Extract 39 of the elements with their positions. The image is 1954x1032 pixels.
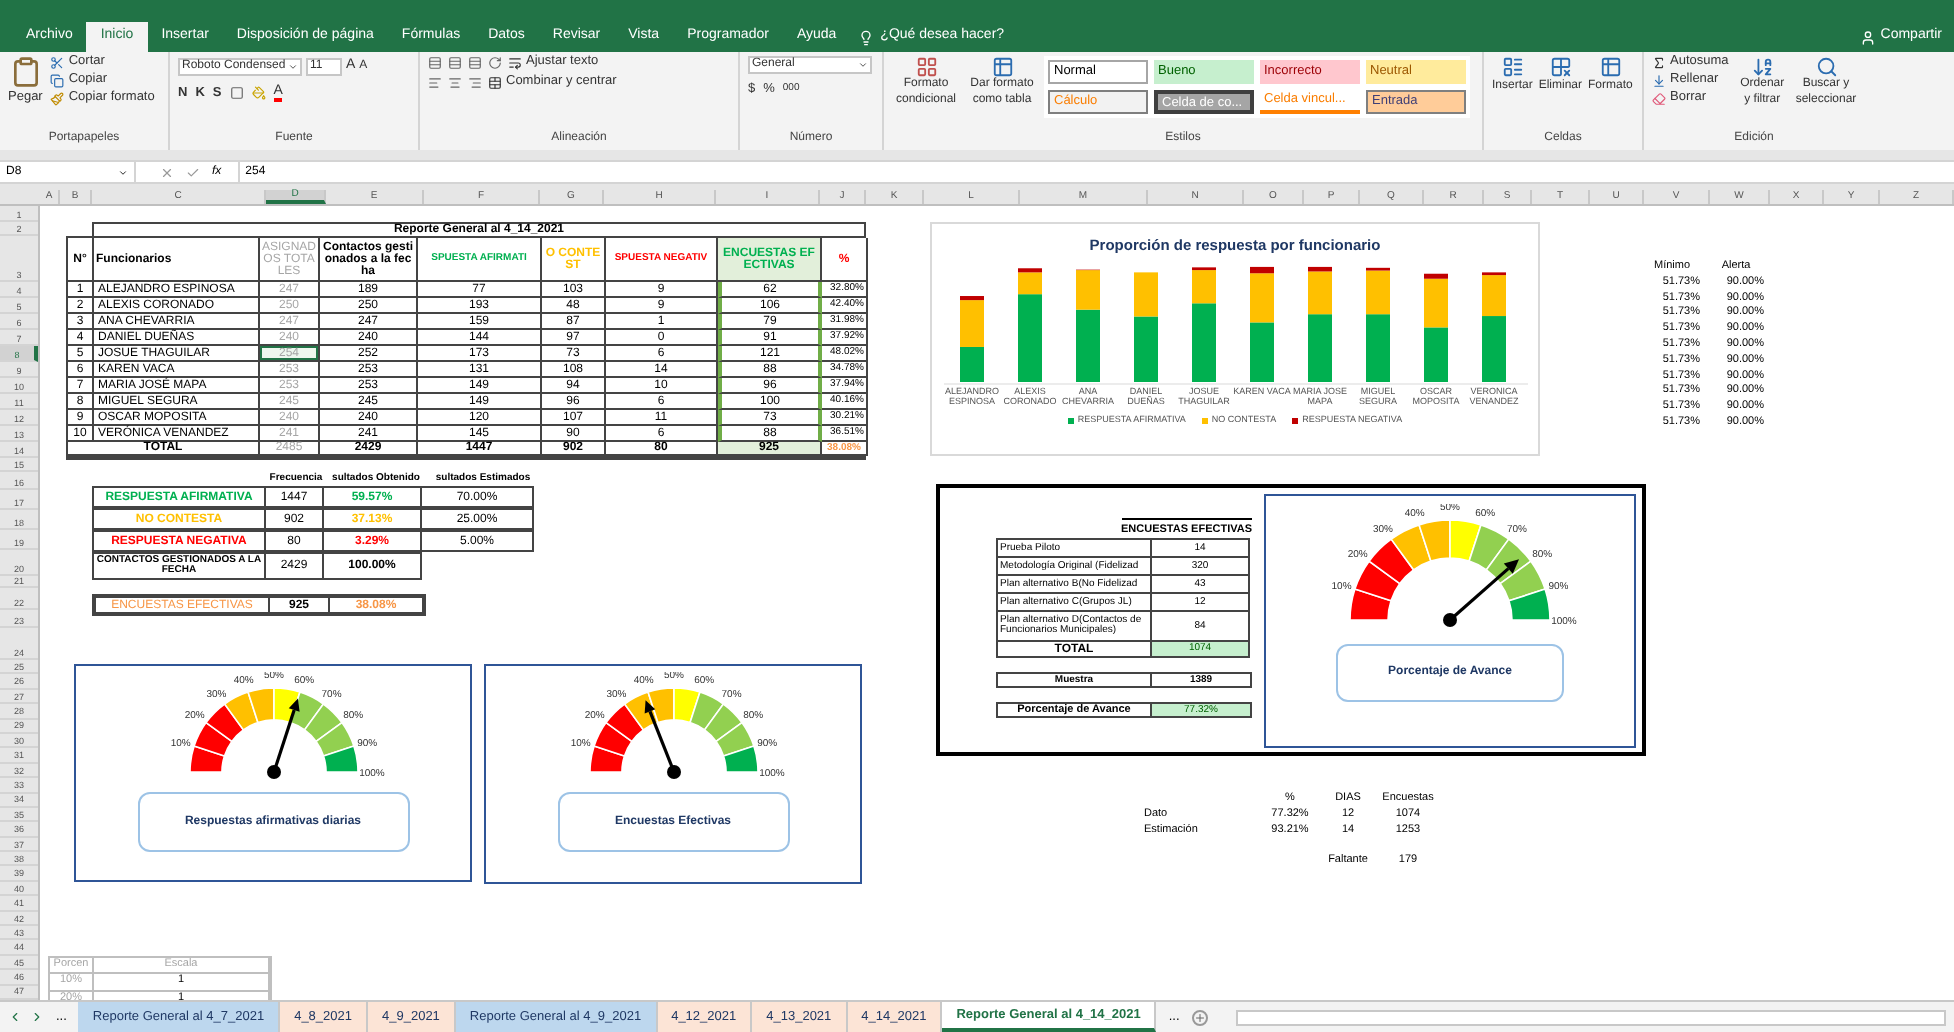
horizontal-scrollbar[interactable] [1235,1009,1946,1025]
enter-icon[interactable] [186,165,200,179]
sigma-icon [1652,56,1666,70]
grid-icon [915,56,937,78]
copy-icon [50,74,65,88]
chevron-down-icon [858,60,868,70]
gauge-needle [1443,559,1519,627]
cancel-icon[interactable] [160,165,174,179]
gauge-needle [266,698,299,779]
align-left-icon[interactable] [428,76,442,90]
paintbrush-icon [50,92,65,106]
sort-icon [1751,56,1774,78]
eraser-icon [1652,92,1666,106]
table-icon [991,56,1013,78]
scroll-right-icon[interactable] [30,1010,44,1024]
orientation-icon[interactable] [488,56,502,70]
bar-segment [959,347,983,383]
bar-segment [1249,322,1273,383]
arrow-down-icon [1652,74,1666,88]
search-icon [1815,56,1837,78]
add-sheet-icon[interactable] [1191,1009,1208,1025]
wrap-text-icon [508,56,522,70]
person-icon [1860,29,1877,45]
cells-icon [1549,56,1572,78]
align-right-icon[interactable] [468,76,482,90]
cells-icon [1501,56,1524,78]
fill-color-icon[interactable] [251,85,266,100]
lightbulb-icon [858,29,875,45]
chevron-down-icon [118,167,128,177]
scroll-left-icon[interactable] [8,1010,22,1024]
merge-icon [488,76,502,90]
chevron-down-icon [288,61,298,72]
bar-segment [1423,327,1447,383]
clipboard-icon [9,56,42,88]
scissors-icon [50,56,65,70]
align-center-icon[interactable] [448,76,462,90]
border-icon[interactable] [229,85,244,100]
cells-icon [1599,56,1622,78]
gauge-needle [643,700,680,779]
